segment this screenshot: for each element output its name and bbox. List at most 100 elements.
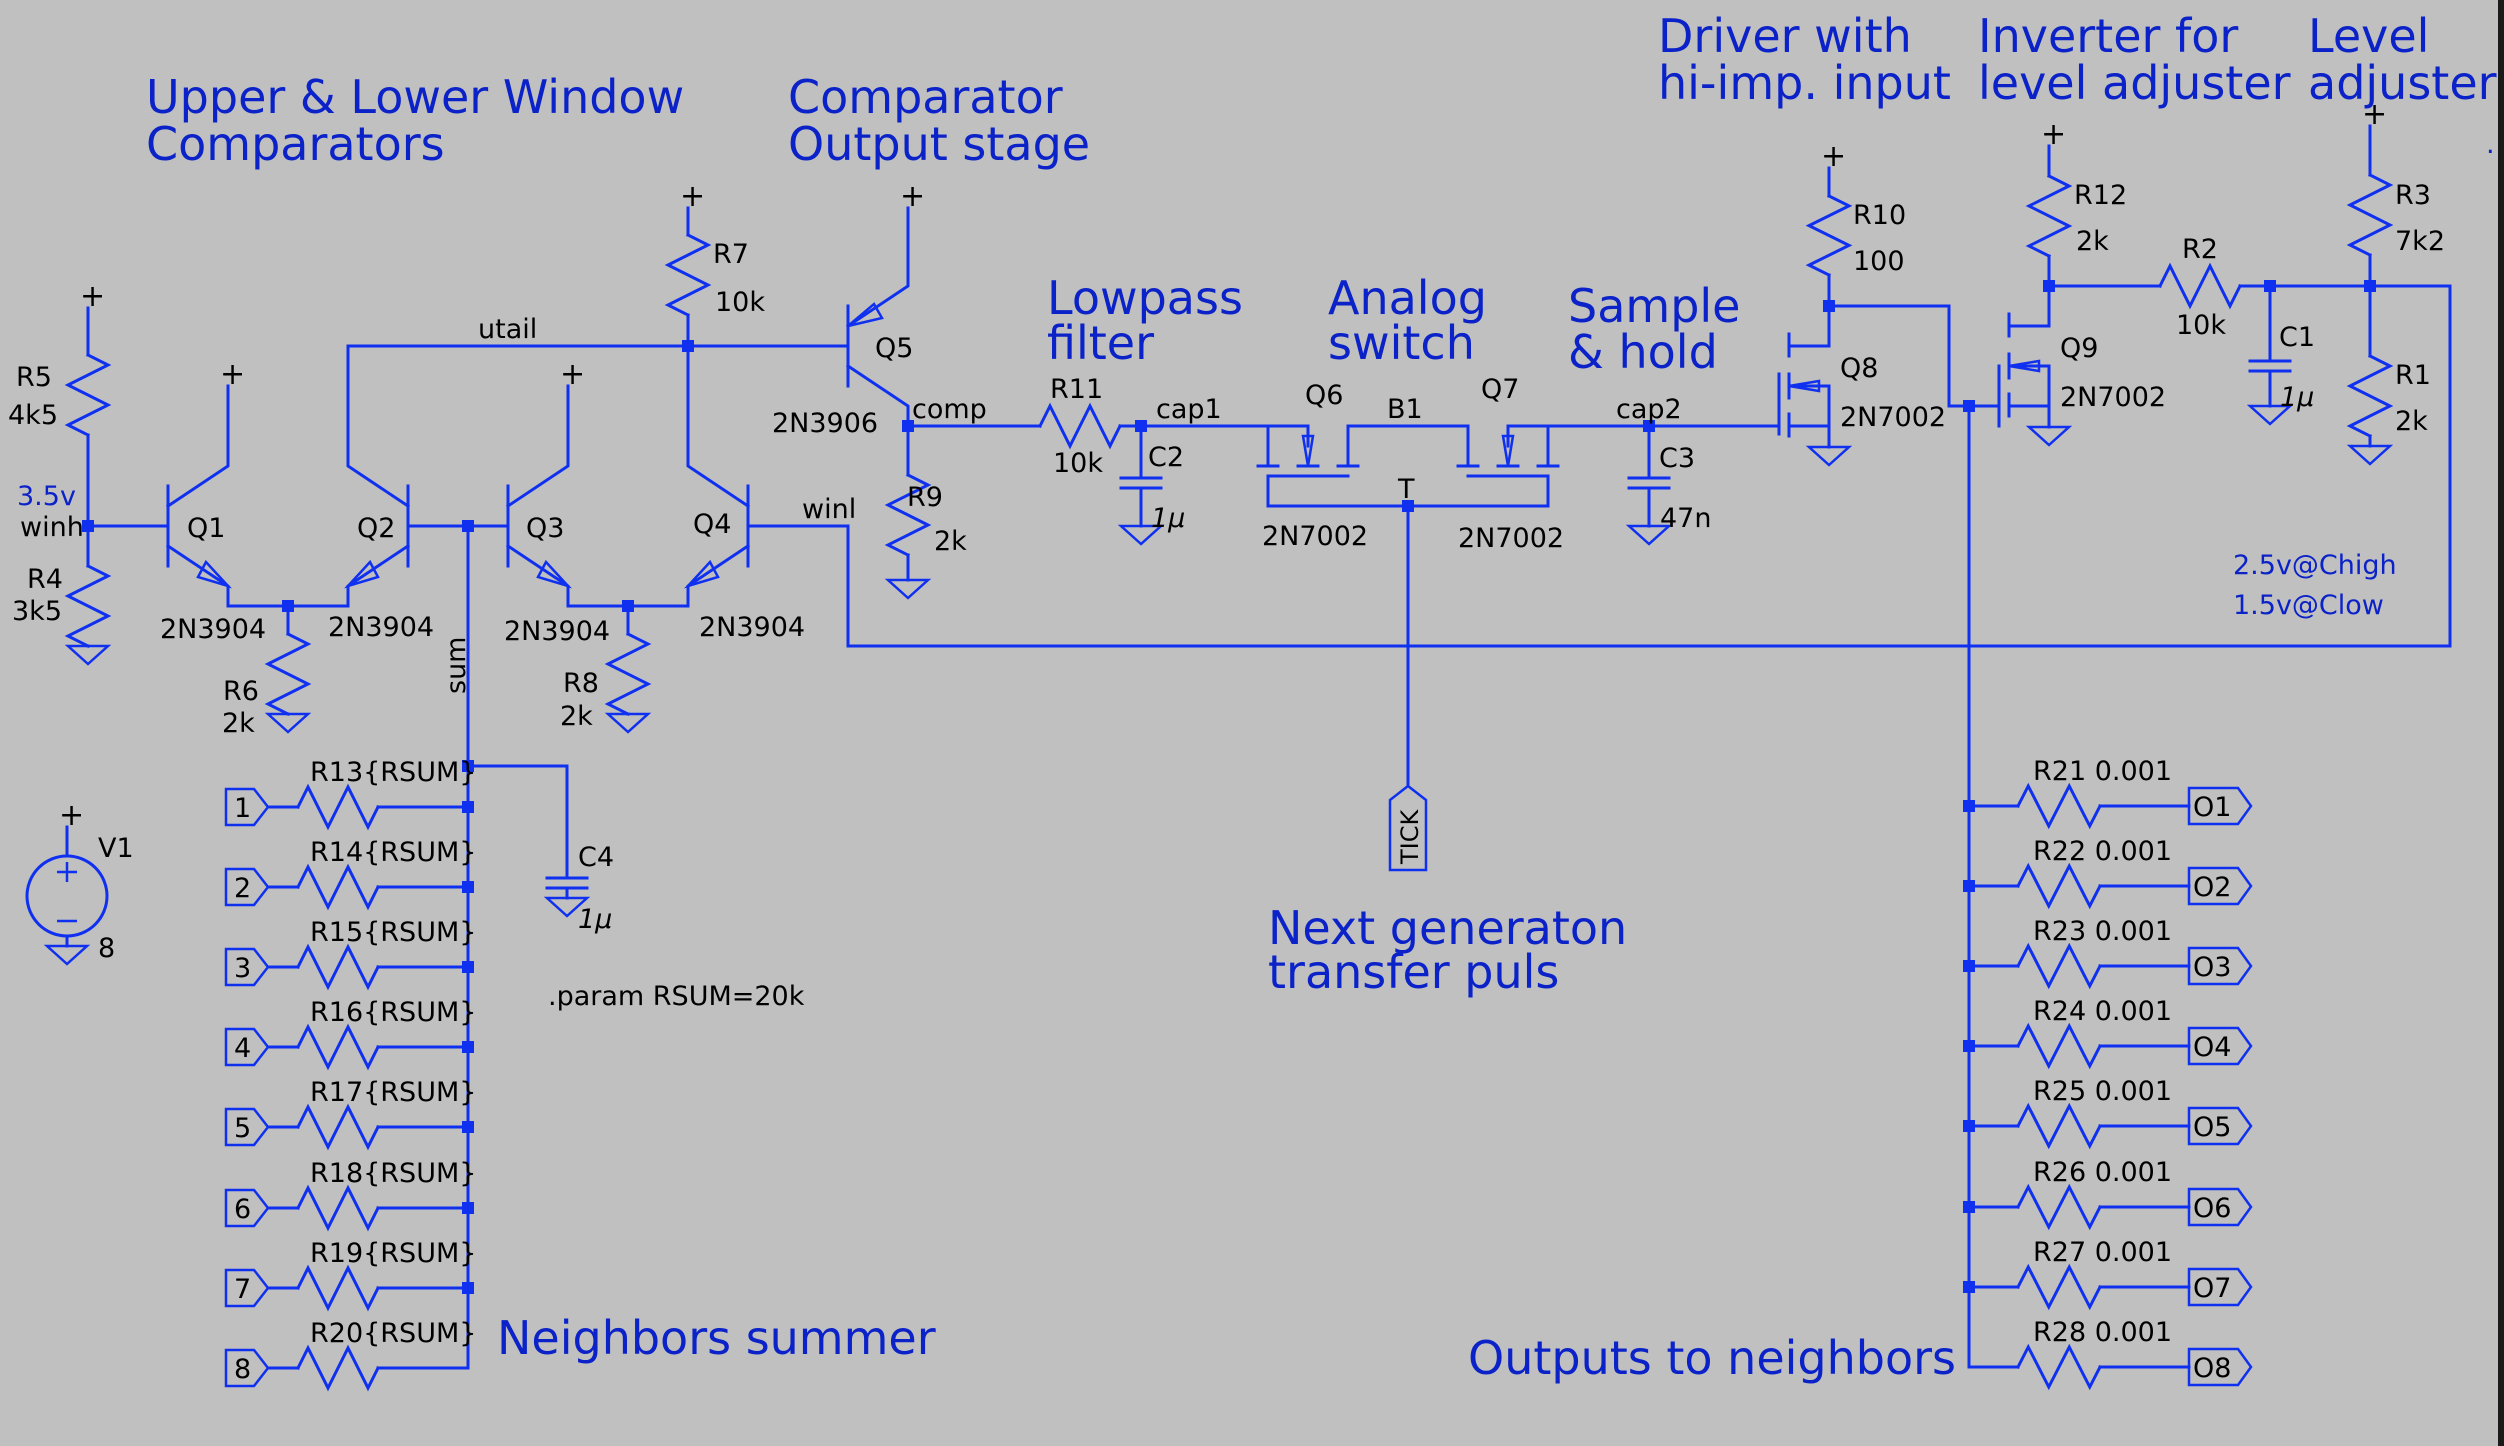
resistor-r5[interactable] bbox=[64, 352, 112, 438]
q8-name: Q8 bbox=[1840, 353, 1878, 384]
resistor-r2[interactable] bbox=[2157, 262, 2243, 310]
output-resistor[interactable] bbox=[2015, 1343, 2103, 1391]
output-resistor[interactable] bbox=[2015, 862, 2103, 910]
q5-model: 2N3906 bbox=[772, 408, 878, 439]
junction-dot bbox=[462, 520, 474, 532]
output-resistor-label: R27 0.001 bbox=[2033, 1237, 2172, 1268]
r9-value: 2k bbox=[934, 526, 967, 557]
summer-resistor-label: R15{RSUM} bbox=[310, 917, 476, 948]
title-window-comparators: Upper & Lower Window Comparators bbox=[146, 70, 684, 171]
wire bbox=[505, 543, 751, 608]
output-resistor[interactable] bbox=[2015, 1263, 2103, 1311]
output-resistor[interactable] bbox=[2015, 942, 2103, 990]
neighbor-output-row: O5 R25 0.001 bbox=[1963, 1076, 2253, 1150]
output-resistor[interactable] bbox=[2015, 1183, 2103, 1231]
junction-dot bbox=[282, 600, 294, 612]
input-port-label: 2 bbox=[234, 873, 251, 904]
resistor-r3[interactable] bbox=[2346, 172, 2394, 258]
output-resistor[interactable] bbox=[2015, 782, 2103, 830]
net-label-winl: winl bbox=[802, 494, 856, 525]
output-port-label: O6 bbox=[2193, 1193, 2231, 1224]
v1-name: V1 bbox=[98, 833, 134, 864]
title-line: hi-imp. input bbox=[1658, 56, 1951, 110]
resistor-r8[interactable] bbox=[604, 631, 652, 717]
q4-name: Q4 bbox=[693, 509, 731, 540]
c1-name: C1 bbox=[2279, 322, 2315, 353]
input-port-label: 4 bbox=[234, 1033, 251, 1064]
c2-value: 1μ bbox=[1151, 503, 1185, 534]
resistor-r1[interactable] bbox=[2346, 353, 2394, 439]
v1-value: 8 bbox=[98, 933, 115, 964]
junction-dot bbox=[1135, 420, 1147, 432]
title-line: Comparator bbox=[788, 70, 1063, 124]
resistor-r6[interactable] bbox=[264, 631, 312, 717]
summer-resistor[interactable] bbox=[295, 863, 381, 911]
summer-resistor-label: R20{RSUM} bbox=[310, 1318, 476, 1349]
title-sample-hold: Sample & hold bbox=[1568, 279, 1740, 379]
q2-model: 2N3904 bbox=[328, 612, 434, 643]
title-line: Inverter for bbox=[1978, 9, 2238, 63]
summer-resistor[interactable] bbox=[295, 1103, 381, 1151]
output-resistor[interactable] bbox=[2015, 1102, 2103, 1150]
junction-dot bbox=[1963, 1120, 1975, 1132]
ground-icon bbox=[2346, 444, 2394, 466]
resistor-r10[interactable] bbox=[1805, 193, 1853, 278]
resistor-r4[interactable] bbox=[64, 563, 112, 649]
r7-name: R7 bbox=[713, 239, 749, 270]
summer-resistor[interactable] bbox=[295, 943, 381, 991]
resistor-r7[interactable] bbox=[664, 232, 712, 318]
tick-port[interactable]: TICK bbox=[1388, 784, 1428, 872]
title-analog-switch: Analog switch bbox=[1328, 271, 1487, 370]
supply-plus-icon: + bbox=[1821, 139, 1846, 174]
junction-dot bbox=[462, 801, 474, 813]
summer-resistor[interactable] bbox=[295, 1344, 381, 1392]
q5-name: Q5 bbox=[875, 333, 913, 364]
window-edge bbox=[2498, 0, 2504, 1446]
output-resistor-label: R23 0.001 bbox=[2033, 916, 2172, 947]
title-line: Output stage bbox=[788, 117, 1090, 171]
v1-voltage-source[interactable] bbox=[25, 854, 109, 938]
junction-dot bbox=[1963, 880, 1975, 892]
summer-resistor[interactable] bbox=[295, 783, 381, 831]
wire bbox=[165, 543, 411, 608]
q1-model: 2N3904 bbox=[160, 614, 266, 645]
summer-resistor[interactable] bbox=[295, 1184, 381, 1232]
ground-icon bbox=[43, 944, 91, 966]
net-label-cap1: cap1 bbox=[1156, 394, 1222, 425]
summer-resistor-label: R14{RSUM} bbox=[310, 837, 476, 868]
summer-resistor-label: R16{RSUM} bbox=[310, 997, 476, 1028]
neighbor-output-row: O7 R27 0.001 bbox=[1963, 1237, 2253, 1311]
schematic-canvas[interactable]: Upper & Lower Window Comparators Compara… bbox=[0, 0, 2504, 1446]
summer-resistor[interactable] bbox=[295, 1264, 381, 1312]
summer-resistor[interactable] bbox=[295, 1023, 381, 1071]
output-port-label: O5 bbox=[2193, 1112, 2231, 1143]
summer-input-row: 2 R14{RSUM} bbox=[224, 837, 476, 911]
junction-dot bbox=[1963, 1201, 1975, 1213]
q4-model: 2N3904 bbox=[699, 612, 805, 643]
r11-value: 10k bbox=[1053, 448, 1103, 479]
junction-dot bbox=[462, 1282, 474, 1294]
neighbor-output-row: O8 R28 0.001 bbox=[1967, 1317, 2253, 1391]
spice-param-directive: .param RSUM=20k bbox=[548, 981, 805, 1012]
title-line: & hold bbox=[1568, 325, 1718, 379]
q2-name: Q2 bbox=[357, 513, 395, 544]
resistor-r11[interactable] bbox=[1037, 402, 1123, 450]
supply-plus-icon: + bbox=[220, 357, 245, 392]
input-port-label: 3 bbox=[234, 953, 251, 984]
r8-name: R8 bbox=[563, 668, 599, 699]
schematic[interactable]: Upper & Lower Window Comparators Compara… bbox=[0, 0, 2504, 1446]
junction-dot bbox=[1963, 1281, 1975, 1293]
summer-input-row: 4 R16{RSUM} bbox=[224, 997, 476, 1071]
output-resistor[interactable] bbox=[2015, 1022, 2103, 1070]
q9-name: Q9 bbox=[2060, 333, 2098, 364]
junction-dot bbox=[682, 340, 694, 352]
q3-model: 2N3904 bbox=[504, 616, 610, 647]
title-output-stage: Comparator Output stage bbox=[788, 70, 1090, 171]
summer-input-row: 5 R17{RSUM} bbox=[224, 1077, 476, 1151]
title-line: Upper & Lower Window bbox=[146, 70, 684, 124]
resistor-r12[interactable] bbox=[2025, 173, 2073, 259]
r2-name: R2 bbox=[2182, 234, 2218, 265]
wire bbox=[505, 384, 570, 509]
title-line: Comparators bbox=[146, 117, 445, 171]
summer-resistor-label: R19{RSUM} bbox=[310, 1238, 476, 1269]
